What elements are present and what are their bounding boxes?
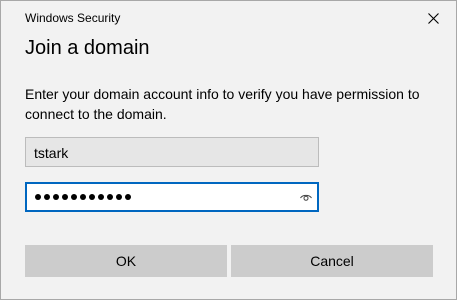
username-field[interactable]: tstark [25,137,319,167]
close-button[interactable] [417,5,449,31]
username-value: tstark [34,145,69,161]
reveal-password-button[interactable] [299,190,313,204]
close-icon [427,12,439,24]
password-dot [52,194,60,201]
dialog-description: Enter your domain account info to verify… [25,86,420,122]
ok-button[interactable]: OK [25,245,227,277]
window-title: Windows Security [25,11,121,25]
password-dot [35,194,42,201]
password-dot [88,194,96,201]
password-dot [124,194,132,201]
cancel-button[interactable]: Cancel [231,245,433,277]
password-field[interactable] [25,182,319,212]
password-dot [106,194,114,201]
password-dot [79,194,87,201]
password-mask [35,194,132,202]
password-dot [115,194,123,201]
password-dot [97,194,105,201]
password-dot [61,194,69,201]
eye-icon [300,194,312,201]
security-dialog: Windows Security Join a domain Enter you… [0,0,457,300]
dialog-heading: Join a domain [25,37,150,59]
title-bar: Windows Security [1,1,456,33]
password-dot [43,194,51,201]
password-dot [70,194,78,201]
